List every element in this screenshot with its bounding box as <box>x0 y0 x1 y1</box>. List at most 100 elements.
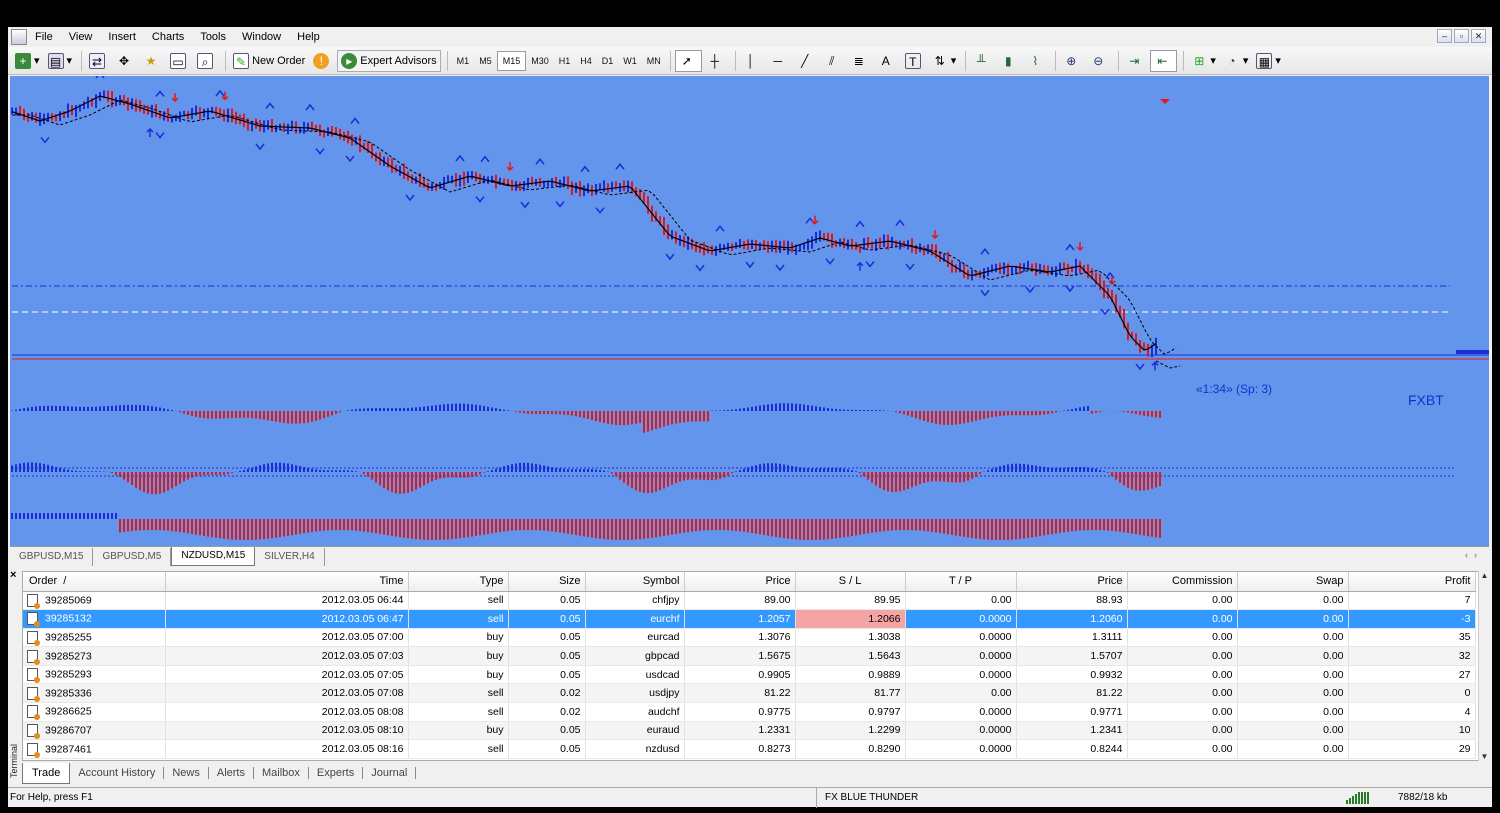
zoom-in-button[interactable]: ⊕ <box>1060 50 1085 72</box>
horizontal-line-button[interactable]: ─ <box>767 50 792 72</box>
close-icon[interactable]: ✕ <box>1471 29 1486 43</box>
tab-scroll-arrows[interactable]: ‹› <box>1465 550 1483 560</box>
timeframe-w1[interactable]: W1 <box>618 51 642 71</box>
order-number: 39285336 <box>45 687 92 700</box>
timeframe-d1[interactable]: D1 <box>597 51 619 71</box>
chart-tab-gbpusd-m15[interactable]: GBPUSD,M15 <box>10 548 94 566</box>
metaeditor-button[interactable]: ! <box>310 50 335 72</box>
timeframe-m30[interactable]: M30 <box>526 51 554 71</box>
tab-experts[interactable]: Experts <box>309 767 364 779</box>
timeframe-m5[interactable]: M5 <box>474 51 497 71</box>
chart-shift-button[interactable]: ⇤ <box>1150 49 1178 72</box>
order-document-icon <box>27 723 40 739</box>
bar-chart-button[interactable]: ╨ <box>970 50 995 72</box>
cell-order: 39285293 <box>23 665 166 685</box>
trendline-button[interactable]: ╱ <box>794 50 819 72</box>
col-time[interactable]: Time <box>165 572 409 592</box>
table-row[interactable]: 39285069 2012.03.05 06:44 sell 0.05 chfjpy 89… <box>23 591 1476 611</box>
tab-trade[interactable]: Trade <box>22 762 71 784</box>
terminal-close-icon[interactable]: × <box>10 569 16 581</box>
new-chart-button[interactable]: + ▾ <box>12 50 43 72</box>
tab-journal[interactable]: Journal <box>363 767 417 779</box>
timeframe-m15[interactable]: M15 <box>496 50 527 71</box>
expert-advisors-button[interactable]: ▸ Expert Advisors <box>337 49 441 72</box>
scroll-up-icon[interactable]: ▲ <box>1479 571 1490 580</box>
fractal-down-arrow <box>775 264 785 272</box>
data-window-button[interactable]: ✥ <box>113 50 138 72</box>
timeframe-h1[interactable]: H1 <box>554 51 576 71</box>
tab-account-history[interactable]: Account History <box>70 767 165 779</box>
text-label-button[interactable]: T <box>902 50 927 72</box>
order-number: 39285132 <box>45 612 92 625</box>
restore-icon[interactable]: ▫ <box>1454 29 1469 43</box>
chart-tab-nzdusd-m15[interactable]: NZDUSD,M15 <box>171 547 256 566</box>
timeframe-h4[interactable]: H4 <box>575 51 597 71</box>
templates-button[interactable]: ▦ ▾ <box>1253 50 1284 72</box>
chart-tab-silver-h4[interactable]: SILVER,H4 <box>255 548 325 566</box>
col-profit[interactable]: Profit <box>1348 572 1476 592</box>
timeframe-m1[interactable]: M1 <box>452 51 475 71</box>
menu-view[interactable]: View <box>61 27 101 47</box>
line-chart-button[interactable]: ⌇ <box>1024 50 1049 72</box>
table-row[interactable]: 39285255 2012.03.05 07:00 buy 0.05 eurcad 1.3… <box>23 628 1476 648</box>
col-symbol[interactable]: Symbol <box>585 572 685 592</box>
col-order[interactable]: Order / <box>23 572 166 592</box>
sell-signal-arrow <box>171 93 179 103</box>
tab-alerts[interactable]: Alerts <box>209 767 254 779</box>
scroll-down-icon[interactable]: ▼ <box>1479 752 1490 761</box>
menu-insert[interactable]: Insert <box>100 27 144 47</box>
tab-news[interactable]: News <box>164 767 209 779</box>
menu-file[interactable]: File <box>31 27 61 47</box>
minimize-icon[interactable]: – <box>1437 29 1452 43</box>
tab-mailbox[interactable]: Mailbox <box>254 767 309 779</box>
channel-button[interactable]: ⫽ <box>821 50 846 72</box>
periods-button[interactable]: ◔ ▾ <box>1221 50 1252 72</box>
zoom-out-button[interactable]: ⊖ <box>1087 50 1112 72</box>
col-swap[interactable]: Swap <box>1237 572 1349 592</box>
table-row[interactable]: 39285293 2012.03.05 07:05 buy 0.05 usdcad 0.9… <box>23 665 1476 685</box>
terminal-button[interactable]: ▭ <box>167 50 192 72</box>
table-row[interactable]: 39286707 2012.03.05 08:10 buy 0.05 euraud 1.2… <box>23 721 1476 741</box>
timeframe-mn[interactable]: MN <box>642 51 666 71</box>
menu-help[interactable]: Help <box>289 27 328 47</box>
table-row[interactable]: 39285336 2012.03.05 07:08 sell 0.02 usdjpy 81… <box>23 683 1476 704</box>
cursor-button[interactable]: ➚ <box>674 49 702 72</box>
table-row[interactable]: 39287461 2012.03.05 08:16 sell 0.05 nzdusd 0.… <box>23 739 1476 759</box>
indicators-button[interactable]: ⊞ ▾ <box>1188 50 1219 72</box>
cell-cur: 0.9771 <box>1016 702 1128 722</box>
cell-type: sell <box>408 702 509 722</box>
app-icon[interactable] <box>11 29 27 45</box>
crosshair-button[interactable]: ┼ <box>704 50 729 72</box>
market-watch-button[interactable]: ⇄ <box>86 50 111 72</box>
tester-button[interactable]: ⌕ <box>194 50 219 72</box>
text-button[interactable]: A <box>875 50 900 72</box>
candle-chart-button[interactable]: ▮ <box>997 50 1022 72</box>
chart-tab-gbpusd-m5[interactable]: GBPUSD,M5 <box>93 548 172 566</box>
fibonacci-button[interactable]: ≣ <box>848 50 873 72</box>
col-size[interactable]: Size <box>508 572 586 592</box>
col-tp[interactable]: T / P <box>905 572 1017 592</box>
fractal-down-arrow <box>595 207 605 214</box>
col-sl[interactable]: S / L <box>795 572 906 592</box>
trade-table-body: 39285069 2012.03.05 06:44 sell 0.05 chfjpy 89… <box>23 591 1476 759</box>
menu-tools[interactable]: Tools <box>192 27 234 47</box>
fractal-up-arrow <box>895 219 905 226</box>
cell-type: sell <box>408 739 509 759</box>
table-row[interactable]: 39286625 2012.03.05 08:08 sell 0.02 audchf 0.… <box>23 702 1476 722</box>
menu-charts[interactable]: Charts <box>144 27 192 47</box>
col-price[interactable]: Price <box>684 572 796 592</box>
col-commission[interactable]: Commission <box>1127 572 1238 592</box>
menu-window[interactable]: Window <box>234 27 289 47</box>
profiles-button[interactable]: ▤ ▾ <box>45 50 76 72</box>
price-chart[interactable]: «1:34» (Sp: 3) FXBT <box>10 76 1489 546</box>
table-row[interactable]: 39285273 2012.03.05 07:03 buy 0.05 gbpcad 1.5… <box>23 646 1476 666</box>
table-scrollbar[interactable]: ▲ ▼ <box>1478 571 1490 761</box>
col-type[interactable]: Type <box>408 572 509 592</box>
new-order-button[interactable]: ✎ New Order <box>230 50 308 72</box>
col-current-price[interactable]: Price <box>1016 572 1128 592</box>
navigator-button[interactable]: ★ <box>140 50 165 72</box>
auto-scroll-button[interactable]: ⇥ <box>1123 50 1148 72</box>
table-row[interactable]: 39285132 2012.03.05 06:47 sell 0.05 eurchf 1.… <box>23 609 1476 629</box>
vertical-line-button[interactable]: │ <box>740 50 765 72</box>
arrows-button[interactable]: ⇅ ▾ <box>929 50 960 72</box>
